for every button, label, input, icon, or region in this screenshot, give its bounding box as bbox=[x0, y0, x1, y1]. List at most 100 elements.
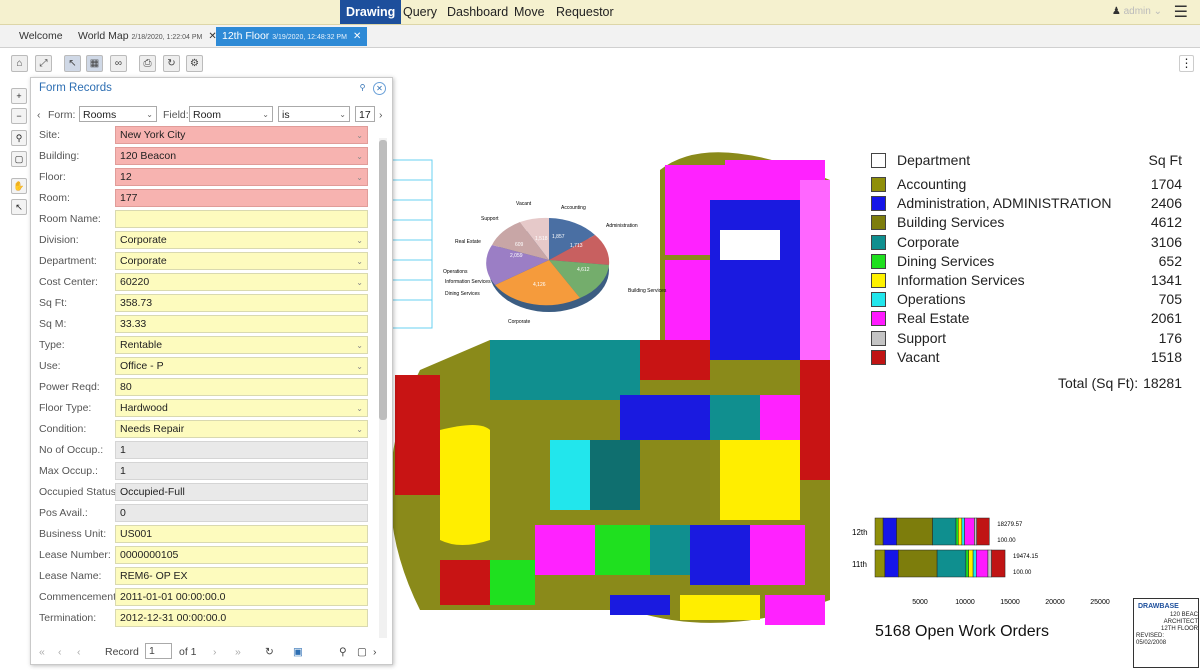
bar-segment bbox=[965, 549, 969, 578]
field-label: Department: bbox=[39, 255, 97, 267]
close-tab-icon[interactable]: ✕ bbox=[353, 31, 361, 42]
pie-label: Real Estate bbox=[455, 239, 481, 245]
field-input[interactable]: Office - P ⌄ bbox=[115, 357, 368, 375]
menu-requestor[interactable]: Requestor bbox=[550, 0, 620, 24]
field-select[interactable]: Room ⌄ bbox=[189, 106, 273, 122]
select-icon[interactable]: ↖ bbox=[64, 55, 81, 72]
print-icon[interactable]: ⎙ bbox=[139, 55, 156, 72]
field-label: Commencement: bbox=[39, 591, 119, 603]
zoom-to-room-icon[interactable]: ⚲ bbox=[339, 646, 347, 658]
field-label: Lease Name: bbox=[39, 570, 102, 582]
legend-swatch[interactable] bbox=[871, 234, 886, 250]
field-value: 2011-01-01 00:00:00.0 bbox=[120, 591, 226, 603]
field-input[interactable]: Needs Repair ⌄ bbox=[115, 420, 368, 438]
tab-label: World Map bbox=[78, 30, 129, 42]
home-icon[interactable]: ⌂ bbox=[11, 55, 28, 72]
field-value: Office - P bbox=[120, 360, 164, 372]
field-input[interactable]: Corporate ⌄ bbox=[115, 231, 368, 249]
legend-swatch[interactable] bbox=[871, 330, 886, 346]
link-icon[interactable]: ∞ bbox=[110, 55, 127, 72]
field-input[interactable]: 33.33 bbox=[115, 315, 368, 333]
field-input[interactable]: Hardwood ⌄ bbox=[115, 399, 368, 417]
bar-segment bbox=[968, 549, 974, 578]
zoom-out-icon[interactable]: − bbox=[11, 108, 27, 124]
field-input[interactable]: 177 bbox=[115, 189, 368, 207]
legend-swatch[interactable] bbox=[871, 311, 886, 327]
next-arrow-icon[interactable]: › bbox=[379, 109, 383, 121]
field-label: Use: bbox=[39, 360, 61, 372]
settings-icon[interactable]: ⚙ bbox=[186, 55, 203, 72]
tab-12th-floor[interactable]: 12th Floor 3/19/2020, 12:48:32 PM ✕ bbox=[216, 27, 368, 46]
record-number-input[interactable]: 1 bbox=[145, 643, 172, 659]
bar-segment bbox=[976, 517, 990, 546]
user-menu[interactable]: ♟ admin ⌄ bbox=[1112, 0, 1162, 24]
menu-dashboard[interactable]: Dashboard bbox=[441, 0, 514, 24]
menu-query[interactable]: Query bbox=[397, 0, 443, 24]
prev-page-icon[interactable]: ‹ bbox=[58, 646, 62, 658]
form-row: Sq Ft: 358.73 bbox=[31, 294, 374, 312]
field-input[interactable]: REM6- OP EX bbox=[115, 567, 368, 585]
arrow-right-icon[interactable]: › bbox=[373, 646, 377, 658]
zoom-window-icon[interactable]: ⚲ bbox=[11, 130, 27, 146]
field-input[interactable]: 60220 ⌄ bbox=[115, 273, 368, 291]
refresh-icon[interactable]: ↻ bbox=[163, 55, 180, 72]
first-record-icon[interactable]: « bbox=[39, 646, 45, 658]
pan-icon[interactable]: ✋ bbox=[11, 178, 27, 194]
legend-swatch[interactable] bbox=[871, 292, 886, 308]
close-panel-icon[interactable]: ✕ bbox=[373, 82, 386, 95]
field-input[interactable]: Rentable ⌄ bbox=[115, 336, 368, 354]
prev-arrow-icon[interactable]: ‹ bbox=[37, 109, 41, 121]
last-record-icon[interactable]: » bbox=[235, 646, 241, 658]
field-value: US001 bbox=[120, 528, 153, 540]
scrollbar-thumb[interactable] bbox=[379, 140, 387, 420]
zoom-previous-icon[interactable]: ▢ bbox=[11, 151, 27, 167]
more-options-icon[interactable]: ⋮ bbox=[1179, 55, 1194, 72]
field-input[interactable]: 0000000105 bbox=[115, 546, 368, 564]
field-input[interactable] bbox=[115, 210, 368, 228]
legend-swatch[interactable] bbox=[871, 273, 886, 288]
zoom-extents-icon[interactable]: ⤢ bbox=[35, 55, 52, 72]
legend-swatch[interactable] bbox=[871, 196, 886, 212]
field-value: 1 bbox=[120, 444, 126, 456]
legend-swatch[interactable] bbox=[871, 177, 886, 192]
field-input[interactable]: 120 Beacon ⌄ bbox=[115, 147, 368, 165]
floor-plan-drawing[interactable]: Vacant Accounting Administration Support… bbox=[380, 140, 850, 670]
form-select[interactable]: Rooms ⌄ bbox=[79, 106, 157, 122]
search-value-input[interactable]: 17 bbox=[355, 106, 375, 122]
zoom-in-icon[interactable]: + bbox=[11, 88, 27, 104]
field-input[interactable]: US001 bbox=[115, 525, 368, 543]
legend-sqft-value: 1704 bbox=[1150, 176, 1182, 192]
tab-welcome[interactable]: Welcome bbox=[13, 27, 69, 46]
layers-icon[interactable]: ▦ bbox=[86, 55, 103, 72]
legend-swatch[interactable] bbox=[871, 215, 886, 231]
tab-world-map[interactable]: World Map 2/18/2020, 1:22:04 PM ✕ bbox=[72, 27, 223, 46]
pin-icon[interactable]: ⚲ bbox=[357, 82, 368, 93]
prev-record-icon[interactable]: ‹ bbox=[77, 646, 81, 658]
expand-icon[interactable]: ▢ bbox=[357, 646, 367, 658]
refresh-icon[interactable]: ↻ bbox=[265, 646, 274, 658]
chevron-down-icon: ⌄ bbox=[356, 425, 363, 434]
legend-header-checkbox[interactable] bbox=[871, 153, 886, 168]
field-input[interactable]: 80 bbox=[115, 378, 368, 396]
legend-swatch[interactable] bbox=[871, 349, 886, 365]
save-icon[interactable]: ▣ bbox=[293, 646, 303, 658]
field-input[interactable]: 2011-01-01 00:00:00.0 bbox=[115, 588, 368, 606]
pie-label: Operations bbox=[443, 269, 468, 275]
field-input[interactable]: New York City ⌄ bbox=[115, 126, 368, 144]
field-input[interactable]: 12 ⌄ bbox=[115, 168, 368, 186]
field-input[interactable]: 2012-12-31 00:00:00.0 bbox=[115, 609, 368, 627]
menu-drawing[interactable]: Drawing bbox=[340, 0, 402, 24]
next-record-icon[interactable]: › bbox=[213, 646, 217, 658]
title-line: ARCHITECT bbox=[1163, 619, 1198, 625]
form-row: Lease Name: REM6- OP EX bbox=[31, 567, 374, 585]
field-input[interactable]: 358.73 bbox=[115, 294, 368, 312]
legend-swatch[interactable] bbox=[871, 253, 886, 269]
operator-select[interactable]: is ⌄ bbox=[278, 106, 350, 122]
hamburger-menu-icon[interactable]: ☰ bbox=[1174, 2, 1188, 22]
field-input[interactable]: Corporate ⌄ bbox=[115, 252, 368, 270]
legend-sqft-value: 3106 bbox=[1150, 233, 1182, 250]
field-label: Type: bbox=[39, 339, 65, 351]
menu-move[interactable]: Move bbox=[508, 0, 551, 24]
bar-category-label: 11th bbox=[852, 560, 867, 569]
pointer-icon[interactable]: ↖ bbox=[11, 199, 27, 215]
